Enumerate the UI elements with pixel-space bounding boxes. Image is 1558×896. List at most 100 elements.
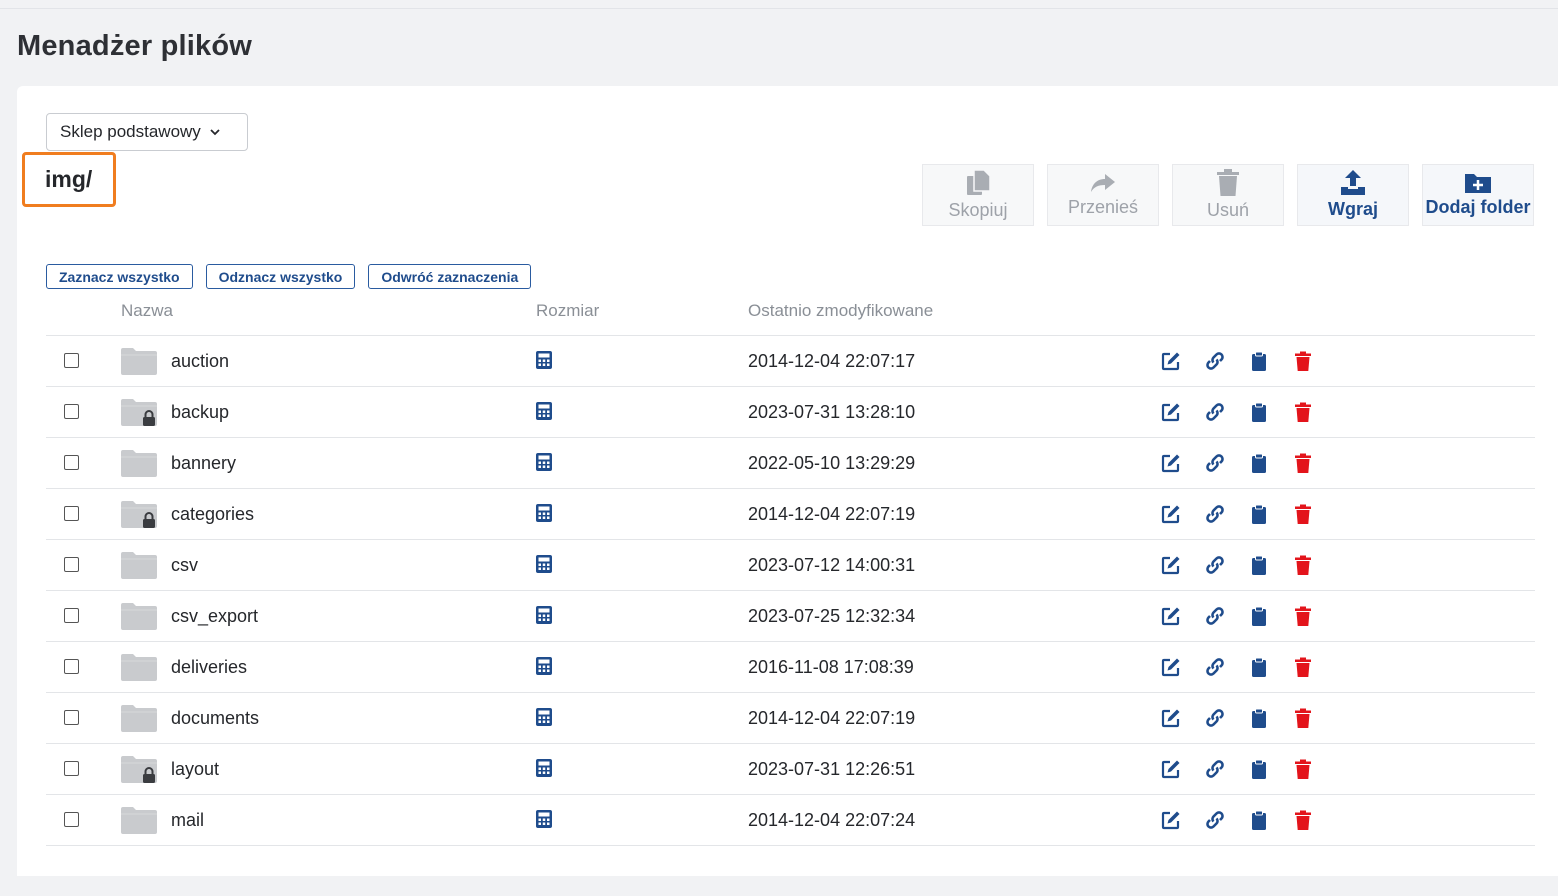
calculator-icon[interactable] [536,402,552,420]
calculator-icon[interactable] [536,810,552,828]
row-checkbox[interactable] [64,557,79,572]
table-row[interactable]: bannery 2022-05-10 13:29:29 [46,437,1535,488]
folder-icon[interactable] [121,348,157,375]
trash-icon[interactable] [1293,555,1313,575]
edit-icon[interactable] [1161,657,1181,677]
folder-icon[interactable] [121,603,157,630]
calculator-icon[interactable] [536,453,552,471]
clipboard-icon[interactable] [1249,810,1269,830]
select-all-button[interactable]: Zaznacz wszystko [46,264,193,289]
row-checkbox[interactable] [64,812,79,827]
row-checkbox[interactable] [64,710,79,725]
link-icon[interactable] [1205,402,1225,422]
file-name[interactable]: mail [171,810,204,831]
file-name[interactable]: csv_export [171,606,258,627]
trash-icon[interactable] [1293,453,1313,473]
trash-icon[interactable] [1293,606,1313,626]
folder-icon[interactable] [121,756,157,783]
table-row[interactable] [46,845,1535,896]
link-icon[interactable] [1205,504,1225,524]
edit-icon[interactable] [1161,351,1181,371]
invert-selection-button[interactable]: Odwróć zaznaczenia [368,264,532,289]
delete-button[interactable]: Usuń [1172,164,1284,226]
folder-icon[interactable] [121,807,157,834]
clipboard-icon[interactable] [1249,555,1269,575]
trash-icon[interactable] [1293,810,1313,830]
file-name[interactable]: csv [171,555,198,576]
edit-icon[interactable] [1161,453,1181,473]
clipboard-icon[interactable] [1249,453,1269,473]
clipboard-icon[interactable] [1249,708,1269,728]
row-checkbox[interactable] [64,506,79,521]
store-select[interactable]: Sklep podstawowy [46,113,248,151]
calculator-icon[interactable] [536,759,552,777]
folder-icon[interactable] [121,654,157,681]
row-checkbox[interactable] [64,404,79,419]
trash-icon[interactable] [1293,708,1313,728]
deselect-all-button[interactable]: Odznacz wszystko [205,264,356,289]
trash-icon[interactable] [1293,657,1313,677]
edit-icon[interactable] [1161,759,1181,779]
folder-icon[interactable] [121,450,157,477]
file-name[interactable]: layout [171,759,219,780]
link-icon[interactable] [1205,759,1225,779]
edit-icon[interactable] [1161,555,1181,575]
clipboard-icon[interactable] [1249,759,1269,779]
table-row[interactable]: deliveries 2016-11-08 17:08:39 [46,641,1535,692]
table-row[interactable]: categories 2014-12-04 22:07:19 [46,488,1535,539]
clipboard-icon[interactable] [1249,606,1269,626]
clipboard-icon[interactable] [1249,351,1269,371]
clipboard-icon[interactable] [1249,657,1269,677]
table-row[interactable]: layout 2023-07-31 12:26:51 [46,743,1535,794]
table-row[interactable]: csv 2023-07-12 14:00:31 [46,539,1535,590]
trash-icon[interactable] [1293,402,1313,422]
file-name[interactable]: backup [171,402,229,423]
calculator-icon[interactable] [536,657,552,675]
trash-icon[interactable] [1293,504,1313,524]
folder-icon[interactable] [121,501,157,528]
clipboard-icon[interactable] [1249,504,1269,524]
move-button[interactable]: Przenieś [1047,164,1159,226]
file-name[interactable]: documents [171,708,259,729]
calculator-icon[interactable] [536,555,552,573]
file-name[interactable]: deliveries [171,657,247,678]
trash-icon[interactable] [1293,759,1313,779]
link-icon[interactable] [1205,453,1225,473]
edit-icon[interactable] [1161,504,1181,524]
row-checkbox[interactable] [64,608,79,623]
link-icon[interactable] [1205,606,1225,626]
trash-icon[interactable] [1293,351,1313,371]
clipboard-icon[interactable] [1249,402,1269,422]
calculator-icon[interactable] [536,351,552,369]
row-checkbox[interactable] [64,761,79,776]
calculator-icon[interactable] [536,606,552,624]
row-checkbox[interactable] [64,659,79,674]
column-header-name[interactable]: Nazwa [121,301,173,321]
row-checkbox[interactable] [64,455,79,470]
table-row[interactable]: csv_export 2023-07-25 12:32:34 [46,590,1535,641]
edit-icon[interactable] [1161,606,1181,626]
folder-icon[interactable] [121,705,157,732]
edit-icon[interactable] [1161,708,1181,728]
folder-icon[interactable] [121,552,157,579]
copy-button[interactable]: Skopiuj [922,164,1034,226]
table-row[interactable]: auction 2014-12-04 22:07:17 [46,335,1535,386]
link-icon[interactable] [1205,555,1225,575]
file-name[interactable]: categories [171,504,254,525]
edit-icon[interactable] [1161,810,1181,830]
link-icon[interactable] [1205,351,1225,371]
column-header-size[interactable]: Rozmiar [536,301,599,321]
edit-icon[interactable] [1161,402,1181,422]
link-icon[interactable] [1205,810,1225,830]
table-row[interactable]: mail 2014-12-04 22:07:24 [46,794,1535,845]
table-row[interactable]: backup 2023-07-31 13:28:10 [46,386,1535,437]
file-name[interactable]: bannery [171,453,236,474]
column-header-modified[interactable]: Ostatnio zmodyfikowane [748,301,933,321]
row-checkbox[interactable] [64,353,79,368]
link-icon[interactable] [1205,708,1225,728]
calculator-icon[interactable] [536,504,552,522]
link-icon[interactable] [1205,657,1225,677]
folder-icon[interactable] [121,399,157,426]
add-folder-button[interactable]: Dodaj folder [1422,164,1534,226]
calculator-icon[interactable] [536,708,552,726]
